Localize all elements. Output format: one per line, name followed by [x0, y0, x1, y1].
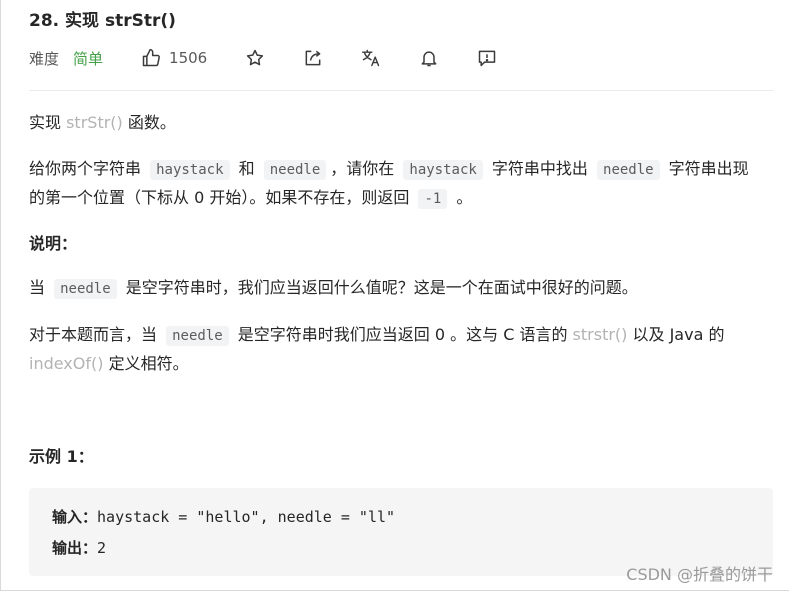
text: ，请你在: [330, 159, 400, 178]
difficulty-value: 简单: [73, 49, 104, 68]
function-name: indexOf(): [29, 354, 104, 373]
output-value: 2: [97, 539, 107, 557]
watermark: CSDN @折叠的饼干: [626, 565, 773, 584]
inline-code: needle: [597, 160, 660, 180]
feedback-icon: [478, 50, 496, 67]
function-name: strStr(): [66, 113, 123, 132]
inline-code: needle: [263, 160, 327, 180]
star-icon: [247, 49, 264, 66]
text: 对于本题而言，当: [29, 325, 163, 344]
translate-button[interactable]: [361, 48, 381, 68]
text: 和: [233, 159, 260, 178]
share-button[interactable]: [303, 48, 323, 68]
input-value: haystack = "hello", needle = "ll": [97, 508, 396, 526]
text: 是空字符串时，我们应当返回什么值呢？这是一个在面试中很好的问题。: [120, 278, 638, 297]
problem-title: 28. 实现 strStr(): [29, 11, 176, 31]
thumbs-up-icon: [142, 48, 160, 67]
description-task: 给你两个字符串 haystack 和 needle ，请你在 haystack 字…: [29, 155, 764, 213]
notification-button[interactable]: [419, 48, 439, 68]
text: 实现: [29, 113, 67, 132]
note-question: 当 needle 是空字符串时，我们应当返回什么值呢？这是一个在面试中很好的问题…: [29, 275, 638, 302]
note-answer: 对于本题而言，当 needle 是空字符串时我们应当返回 0 。这与 C 语言的…: [29, 321, 764, 378]
share-icon: [305, 50, 321, 66]
text: 当: [29, 278, 51, 297]
header-divider: [29, 90, 773, 91]
example-input: 输入：haystack = "hello", needle = "ll": [52, 506, 395, 527]
like-button[interactable]: [141, 48, 161, 68]
text: 定义相符。: [103, 354, 189, 373]
example-heading: 示例 1：: [29, 447, 94, 466]
inline-code: haystack: [403, 160, 483, 180]
inline-code: needle: [166, 326, 229, 346]
input-label: 输入：: [52, 508, 98, 526]
example-output: 输出：2: [52, 537, 106, 558]
text: 给你两个字符串: [29, 159, 147, 178]
inline-code: -1: [418, 189, 448, 209]
text: 以及 Java 的: [627, 325, 725, 344]
output-label: 输出：: [52, 539, 98, 557]
text: 是空字符串时我们应当返回 0 。这与 C 语言的: [232, 325, 573, 344]
inline-code: needle: [54, 279, 117, 299]
favorite-button[interactable]: [245, 48, 265, 68]
inline-code: haystack: [150, 160, 230, 180]
function-name: strstr(): [572, 325, 628, 344]
like-count: 1506: [169, 49, 208, 67]
feedback-button[interactable]: [477, 48, 497, 68]
text: 函数。: [122, 113, 176, 132]
text: 字符串中找出: [486, 159, 594, 178]
description-intro: 实现 strStr() 函数。: [29, 110, 176, 136]
translate-icon: [362, 49, 380, 67]
bell-icon: [421, 51, 437, 67]
difficulty-label: 难度: [29, 49, 60, 68]
problem-meta-bar: 难度 简单 1506: [29, 44, 497, 72]
text: 。: [451, 188, 473, 207]
note-heading: 说明：: [29, 234, 78, 253]
